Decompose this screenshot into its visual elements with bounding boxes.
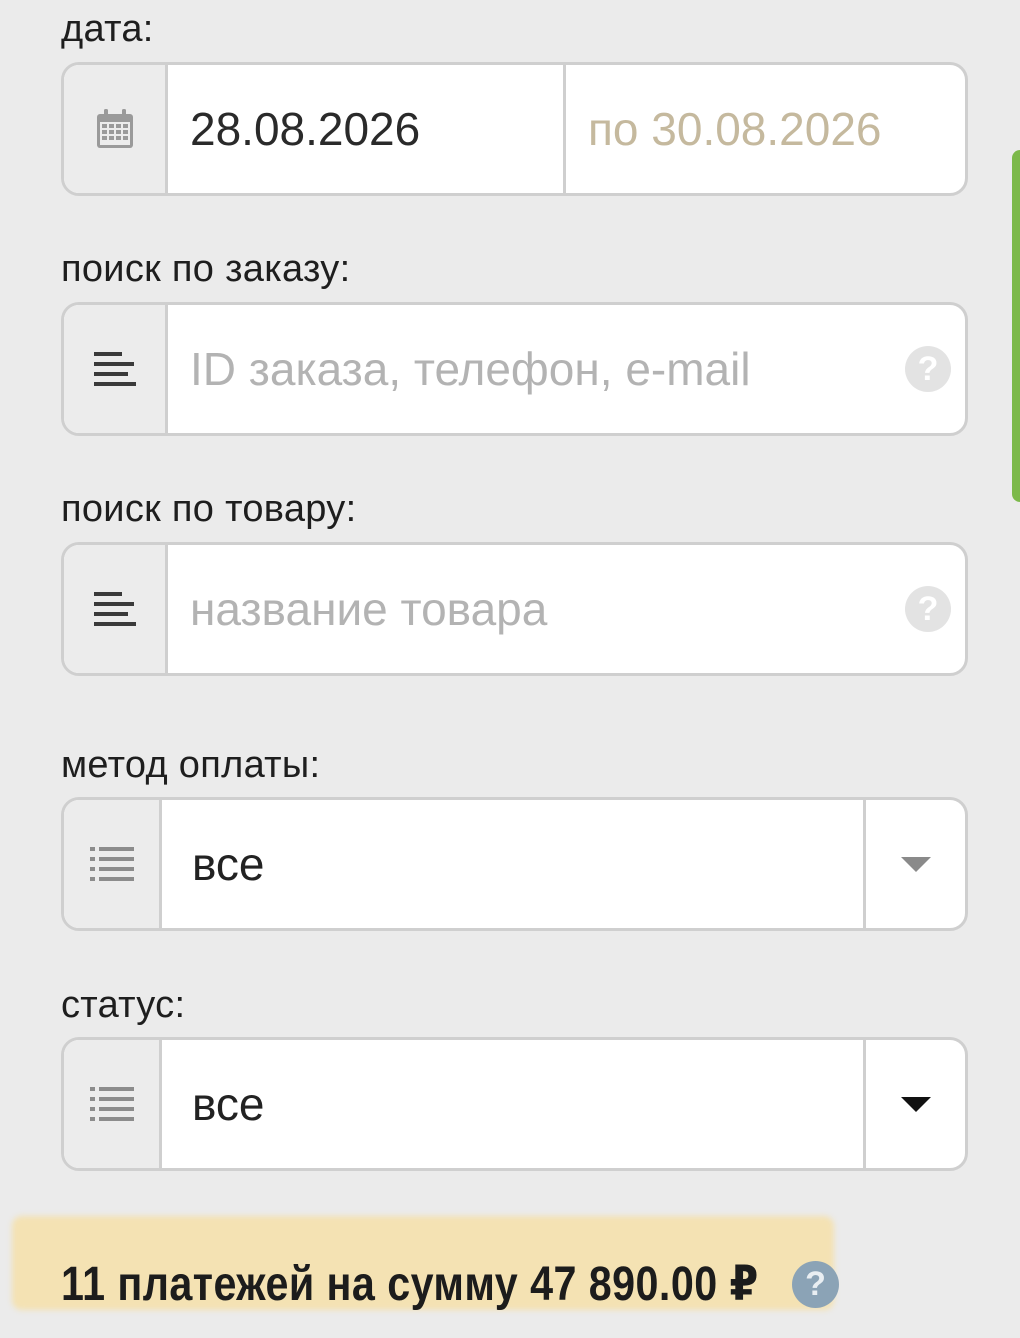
payment-method-addon <box>64 800 162 928</box>
date-range-field: 28.08.2026 по 30.08.2026 <box>61 62 968 196</box>
order-search-placeholder: ID заказа, телефон, e-mail <box>190 343 751 395</box>
date-from-input[interactable]: 28.08.2026 <box>168 65 566 193</box>
payment-method-dropdown-toggle[interactable] <box>863 800 965 928</box>
chevron-down-icon <box>900 856 931 872</box>
payment-method-select[interactable]: все <box>61 797 968 931</box>
date-to-value: по 30.08.2026 <box>588 103 882 155</box>
date-from-value: 28.08.2026 <box>190 103 421 155</box>
product-search-addon <box>64 545 168 673</box>
date-label: дата: <box>61 8 154 50</box>
help-icon[interactable]: ? <box>905 346 951 392</box>
calendar-addon[interactable] <box>64 65 168 193</box>
status-select[interactable]: все <box>61 1037 968 1171</box>
chevron-down-icon <box>900 1096 931 1112</box>
calendar-icon <box>96 109 133 148</box>
order-search-input[interactable]: ID заказа, телефон, e-mail ? <box>168 305 965 433</box>
align-left-icon <box>93 352 136 386</box>
side-panel-edge <box>1012 150 1020 502</box>
list-icon <box>89 847 134 881</box>
order-search-field: ID заказа, телефон, e-mail ? <box>61 302 968 436</box>
order-search-label: поиск по заказу: <box>61 248 351 290</box>
payment-method-label: метод оплаты: <box>61 744 321 786</box>
payments-summary: 11 платежей на сумму 47 890.00 ₽ <box>61 1258 759 1311</box>
status-addon <box>64 1040 162 1168</box>
status-value: все <box>192 1078 265 1130</box>
align-left-icon <box>93 592 136 626</box>
list-icon <box>89 1087 134 1121</box>
filter-panel: дата: 28.08.2026 по 30.08.2026 поиск по <box>0 0 1020 1338</box>
order-search-addon <box>64 305 168 433</box>
date-to-input[interactable]: по 30.08.2026 <box>566 65 965 193</box>
payment-method-value: все <box>192 838 265 890</box>
help-icon[interactable]: ? <box>792 1261 839 1308</box>
status-dropdown-toggle[interactable] <box>863 1040 965 1168</box>
product-search-label: поиск по товару: <box>61 488 357 530</box>
status-label: статус: <box>61 984 186 1026</box>
product-search-field: название товара ? <box>61 542 968 676</box>
help-icon[interactable]: ? <box>905 586 951 632</box>
product-search-placeholder: название товара <box>190 583 548 635</box>
product-search-input[interactable]: название товара ? <box>168 545 965 673</box>
